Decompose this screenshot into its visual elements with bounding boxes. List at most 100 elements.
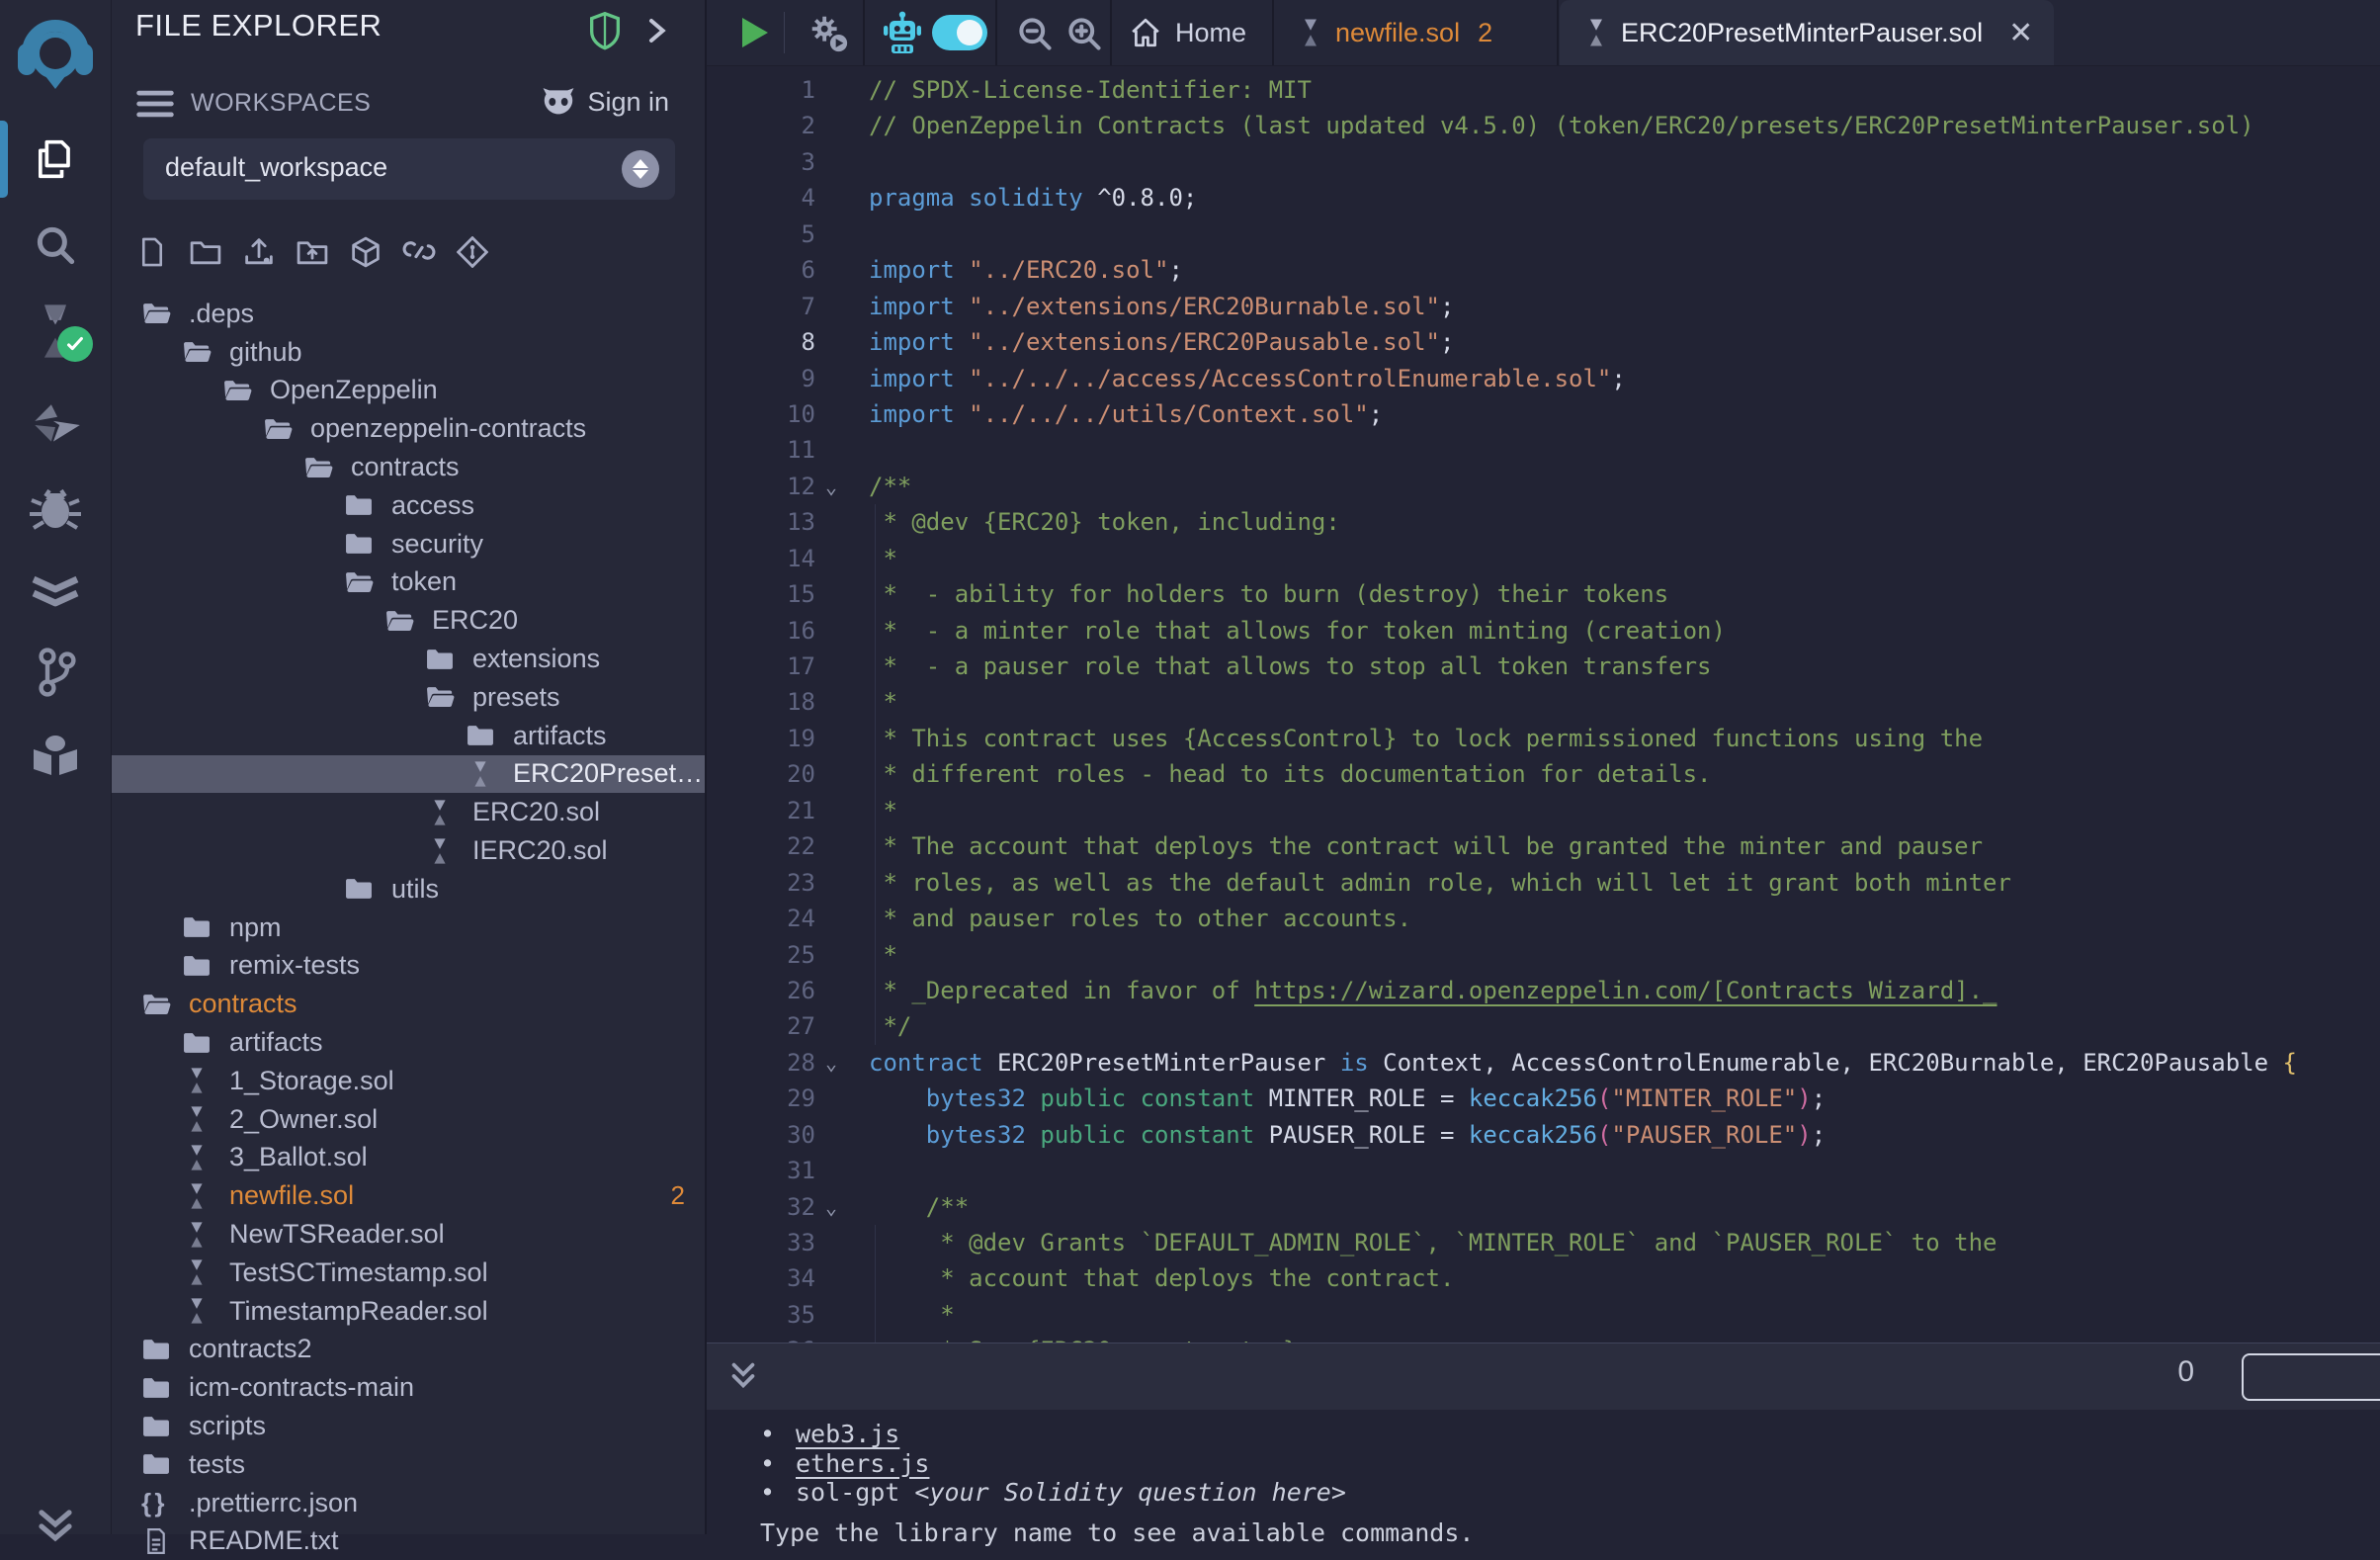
tree-item-artifacts[interactable]: artifacts [112, 717, 705, 755]
tree-item-contracts[interactable]: contracts [112, 448, 705, 486]
tree-item-remix-tests[interactable]: remix-tests [112, 947, 705, 986]
ai-copilot-robot-icon[interactable] [881, 10, 924, 55]
code-line-25[interactable]: 25 * [707, 937, 2380, 973]
unit-testing-icon[interactable] [0, 560, 111, 623]
tab-newfile[interactable]: newfile.sol 2 [1274, 0, 1580, 65]
link-remixd-icon[interactable] [402, 235, 436, 269]
terminal-link[interactable]: web3.js [796, 1420, 899, 1448]
tree-item-npm[interactable]: npm [112, 909, 705, 947]
code-editor[interactable]: 1// SPDX-License-Identifier: MIT2// Open… [707, 66, 2380, 1343]
script-config-gears-icon[interactable] [806, 12, 851, 55]
code-line-27[interactable]: 27 */ [707, 1008, 2380, 1044]
upload-folder-icon[interactable] [296, 235, 329, 269]
collapse-chevrons-icon[interactable] [0, 1507, 111, 1546]
code-line-22[interactable]: 22 * The account that deploys the contra… [707, 828, 2380, 864]
fold-chevron-icon[interactable]: ⌄ [825, 1045, 837, 1081]
code-line-18[interactable]: 18 * [707, 684, 2380, 720]
tree-item-contracts2[interactable]: contracts2 [112, 1331, 705, 1369]
code-line-26[interactable]: 26 * _Deprecated in favor of https://wiz… [707, 973, 2380, 1008]
tree-item-access[interactable]: access [112, 486, 705, 525]
code-line-1[interactable]: 1// SPDX-License-Identifier: MIT [707, 72, 2380, 108]
code-line-36[interactable]: 36 * See {ERC20-constructor}. [707, 1333, 2380, 1343]
workspace-sort-icon[interactable] [622, 150, 659, 188]
tab-home[interactable]: Home [1112, 0, 1290, 65]
code-line-10[interactable]: 10import "../../../utils/Context.sol"; [707, 396, 2380, 432]
tree-item-erc20-sol[interactable]: ERC20.sol [112, 793, 705, 831]
code-line-29[interactable]: 29 bytes32 public constant MINTER_ROLE =… [707, 1081, 2380, 1116]
tree-item-tests[interactable]: tests [112, 1445, 705, 1484]
code-line-2[interactable]: 2// OpenZeppelin Contracts (last updated… [707, 108, 2380, 143]
code-line-7[interactable]: 7import "../extensions/ERC20Burnable.sol… [707, 289, 2380, 324]
tree-item-newtsreader-sol[interactable]: NewTSReader.sol [112, 1215, 705, 1254]
workspace-select[interactable]: default_workspace [143, 138, 675, 200]
code-line-23[interactable]: 23 * roles, as well as the default admin… [707, 865, 2380, 901]
tree-item-openzeppelin[interactable]: OpenZeppelin [112, 372, 705, 410]
tree-item-testsctimestamp-sol[interactable]: TestSCTimestamp.sol [112, 1254, 705, 1292]
tree-item-extensions[interactable]: extensions [112, 640, 705, 678]
code-line-5[interactable]: 5 [707, 217, 2380, 252]
tree-item-presets[interactable]: presets [112, 678, 705, 717]
tree-item-3-ballot-sol[interactable]: 3_Ballot.sol [112, 1139, 705, 1177]
code-line-17[interactable]: 17 * - a pauser role that allows to stop… [707, 649, 2380, 684]
code-line-28[interactable]: 28⌄contract ERC20PresetMinterPauser is C… [707, 1045, 2380, 1081]
remix-logo[interactable] [0, 12, 111, 95]
fold-chevron-icon[interactable]: ⌄ [825, 1189, 837, 1225]
terminal-expand-icon[interactable] [726, 1359, 760, 1393]
tree-item-newfile-sol[interactable]: newfile.sol2 [112, 1176, 705, 1215]
code-line-3[interactable]: 3 [707, 144, 2380, 180]
code-line-8[interactable]: 8import "../extensions/ERC20Pausable.sol… [707, 324, 2380, 360]
search-icon[interactable] [0, 216, 111, 275]
tree-item--prettierrc-json[interactable]: { }.prettierrc.json [112, 1484, 705, 1522]
tree-item-utils[interactable]: utils [112, 870, 705, 909]
fold-chevron-icon[interactable]: ⌄ [825, 469, 837, 504]
terminal-header[interactable]: 0 [707, 1343, 2380, 1410]
code-line-21[interactable]: 21 * [707, 793, 2380, 828]
new-file-icon[interactable] [135, 235, 169, 269]
git-clone-icon[interactable] [456, 235, 489, 269]
tree-item-artifacts[interactable]: artifacts [112, 1023, 705, 1062]
tree-item-openzeppelin-contracts[interactable]: openzeppelin-contracts [112, 409, 705, 448]
tree-item-ierc20-sol[interactable]: IERC20.sol [112, 831, 705, 870]
zoom-out-button[interactable] [1015, 14, 1055, 53]
upload-file-icon[interactable] [242, 235, 276, 269]
plugin-manager-icon[interactable] [0, 724, 111, 787]
new-folder-icon[interactable] [189, 235, 222, 269]
deploy-run-icon[interactable] [0, 393, 111, 457]
code-line-16[interactable]: 16 * - a minter role that allows for tok… [707, 613, 2380, 649]
code-line-9[interactable]: 9import "../../../access/AccessControlEn… [707, 361, 2380, 396]
tree-item-contracts[interactable]: contracts [112, 985, 705, 1023]
terminal-item-ethers-js[interactable]: •ethers.js [760, 1449, 1346, 1479]
tree-item-github[interactable]: github [112, 333, 705, 372]
code-line-20[interactable]: 20 * different roles - head to its docum… [707, 756, 2380, 792]
code-line-24[interactable]: 24 * and pauser roles to other accounts. [707, 901, 2380, 936]
terminal-link[interactable]: ethers.js [796, 1449, 929, 1478]
tree-item-security[interactable]: security [112, 525, 705, 563]
tab-erc20-preset[interactable]: ERC20PresetMinterPauser.sol ✕ [1560, 0, 2054, 65]
debugger-icon[interactable] [0, 477, 111, 540]
code-line-11[interactable]: 11 [707, 432, 2380, 468]
code-line-14[interactable]: 14 * [707, 541, 2380, 576]
code-line-34[interactable]: 34 * account that deploys the contract. [707, 1260, 2380, 1296]
ipfs-box-icon[interactable] [349, 235, 382, 269]
terminal-search-input[interactable] [2242, 1353, 2380, 1401]
tree-item-readme-txt[interactable]: README.txt [112, 1522, 705, 1560]
tree-item-erc20[interactable]: ERC20 [112, 601, 705, 640]
file-explorer-icon[interactable] [0, 127, 111, 192]
code-line-30[interactable]: 30 bytes32 public constant PAUSER_ROLE =… [707, 1117, 2380, 1153]
run-script-button[interactable] [736, 14, 772, 51]
code-line-19[interactable]: 19 * This contract uses {AccessControl} … [707, 721, 2380, 756]
code-line-31[interactable]: 31 [707, 1153, 2380, 1188]
code-line-32[interactable]: 32⌄ /** [707, 1189, 2380, 1225]
zoom-in-button[interactable] [1064, 14, 1104, 53]
solidity-compiler-icon[interactable] [0, 297, 111, 366]
panel-expand-chevron-icon[interactable] [643, 16, 669, 45]
terminal-item-web3-js[interactable]: •web3.js [760, 1420, 1346, 1449]
ai-copilot-toggle[interactable] [932, 15, 987, 50]
code-line-13[interactable]: 13 * @dev {ERC20} token, including: [707, 504, 2380, 540]
tree-item-2-owner-sol[interactable]: 2_Owner.sol [112, 1100, 705, 1139]
sign-in-button[interactable]: Sign in [540, 85, 669, 119]
tree-item-1-storage-sol[interactable]: 1_Storage.sol [112, 1062, 705, 1100]
tree-item-timestampreader-sol[interactable]: TimestampReader.sol [112, 1292, 705, 1331]
tab-close-icon[interactable]: ✕ [2008, 16, 2033, 50]
code-line-33[interactable]: 33 * @dev Grants `DEFAULT_ADMIN_ROLE`, `… [707, 1225, 2380, 1260]
